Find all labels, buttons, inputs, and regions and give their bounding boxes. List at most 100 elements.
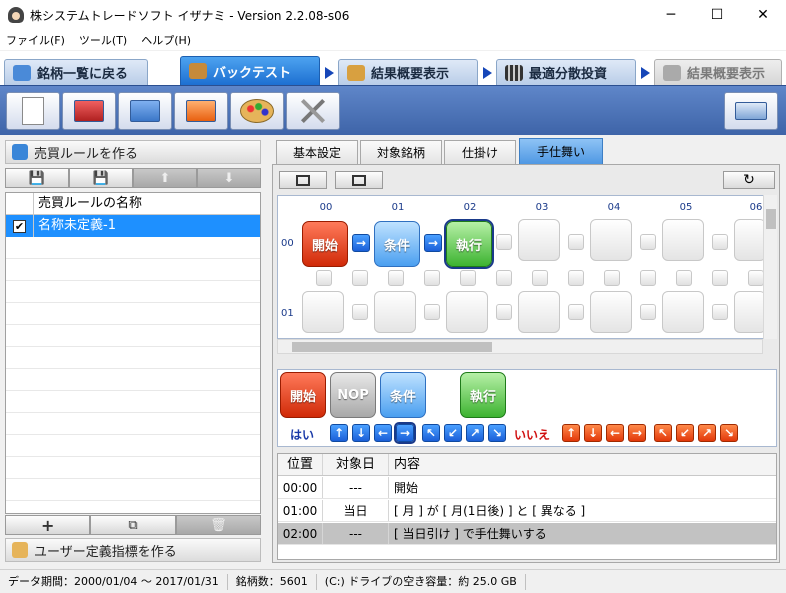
table-row[interactable]: 01:00 当日 [ 月 ] が [ 月(1日後) ] と [ 異なる ] bbox=[278, 500, 776, 522]
no-arrow-down-right-icon[interactable]: ↘ bbox=[720, 424, 738, 442]
grid-connector[interactable] bbox=[388, 270, 404, 286]
tab-optimal-portfolio[interactable]: 最適分散投資 bbox=[496, 59, 636, 85]
monitor-button-2[interactable] bbox=[335, 171, 383, 189]
grid-cell[interactable] bbox=[590, 291, 632, 333]
grid-connector[interactable] bbox=[568, 270, 584, 286]
yes-arrow-left-icon[interactable]: ← bbox=[374, 424, 392, 442]
palette-condition-block[interactable]: 条件 bbox=[380, 372, 426, 418]
grid-vertical-scrollbar[interactable] bbox=[763, 195, 777, 339]
rule-row[interactable]: ✔ 名称未定義-1 bbox=[6, 215, 260, 237]
yes-arrow-right-icon[interactable]: → bbox=[394, 422, 416, 444]
grid-connector[interactable] bbox=[640, 270, 656, 286]
move-down-button[interactable]: ⬇ bbox=[197, 168, 261, 188]
grid-connector[interactable] bbox=[532, 270, 548, 286]
save-rule-button[interactable]: 💾 bbox=[5, 168, 69, 188]
grid-connector[interactable] bbox=[352, 270, 368, 286]
no-arrow-down-left-icon[interactable]: ↙ bbox=[676, 424, 694, 442]
grid-cell[interactable] bbox=[662, 291, 704, 333]
grid-connector[interactable] bbox=[712, 234, 728, 250]
grid-connector[interactable] bbox=[712, 270, 728, 286]
rule-checkbox[interactable]: ✔ bbox=[13, 219, 26, 233]
flow-block-execute[interactable]: 執行 bbox=[444, 219, 494, 269]
grid-cell[interactable] bbox=[518, 219, 560, 261]
machine-button[interactable] bbox=[62, 92, 116, 130]
new-button[interactable] bbox=[6, 92, 60, 130]
grid-connector[interactable] bbox=[748, 270, 764, 286]
grid-cell[interactable] bbox=[590, 219, 632, 261]
no-arrow-up-right-icon[interactable]: ↗ bbox=[698, 424, 716, 442]
grid-cell[interactable] bbox=[518, 291, 560, 333]
tools-button[interactable] bbox=[286, 92, 340, 130]
arrow-right-icon[interactable]: → bbox=[424, 234, 442, 252]
delete-rule-button[interactable]: 🗑 bbox=[175, 515, 261, 535]
grid-cell[interactable] bbox=[662, 219, 704, 261]
grid-connector[interactable] bbox=[640, 234, 656, 250]
palette-nop-block[interactable]: NOP bbox=[330, 372, 376, 418]
grid-cell[interactable] bbox=[302, 291, 344, 333]
yes-arrow-down-icon[interactable]: ↓ bbox=[352, 424, 370, 442]
grid-cell[interactable] bbox=[446, 291, 488, 333]
flow-grid[interactable]: 00 01 02 03 04 05 06 00 01 開始 → 条件 → 執行 bbox=[277, 195, 777, 339]
yes-arrow-up-left-icon[interactable]: ↖ bbox=[422, 424, 440, 442]
tab-back-to-list[interactable]: 銘柄一覧に戻る bbox=[4, 59, 148, 85]
grid-connector[interactable] bbox=[460, 270, 476, 286]
palette-start-block[interactable]: 開始 bbox=[280, 372, 326, 418]
grid-connector[interactable] bbox=[676, 270, 692, 286]
maximize-button[interactable]: ☐ bbox=[694, 0, 740, 30]
tab-result-summary[interactable]: 結果概要表示 bbox=[338, 59, 478, 85]
no-arrow-up-icon[interactable]: ↑ bbox=[562, 424, 580, 442]
grid-connector[interactable] bbox=[316, 270, 332, 286]
import-button[interactable] bbox=[174, 92, 228, 130]
copy-rule-button[interactable]: ⧉ bbox=[90, 515, 176, 535]
menu-help[interactable]: ヘルプ(H) bbox=[141, 32, 191, 48]
yes-arrow-down-left-icon[interactable]: ↙ bbox=[444, 424, 462, 442]
grid-connector[interactable] bbox=[640, 304, 656, 320]
move-up-button[interactable]: ⬆ bbox=[133, 168, 197, 188]
palette-execute-block[interactable]: 執行 bbox=[460, 372, 506, 418]
palette-button[interactable] bbox=[230, 92, 284, 130]
no-arrow-left-icon[interactable]: ← bbox=[606, 424, 624, 442]
grid-connector[interactable] bbox=[568, 304, 584, 320]
flow-block-condition[interactable]: 条件 bbox=[374, 221, 420, 267]
minimize-button[interactable]: ─ bbox=[648, 0, 694, 30]
export-button[interactable] bbox=[118, 92, 172, 130]
table-row[interactable]: 02:00 --- [ 当日引け ] で手仕舞いする bbox=[278, 523, 776, 545]
grid-cell[interactable] bbox=[734, 219, 766, 261]
tab-entry[interactable]: 仕掛け bbox=[444, 140, 516, 164]
grid-connector[interactable] bbox=[424, 304, 440, 320]
tab-target-stocks[interactable]: 対象銘柄 bbox=[360, 140, 442, 164]
menu-file[interactable]: ファイル(F) bbox=[6, 32, 65, 48]
grid-connector[interactable] bbox=[568, 234, 584, 250]
no-arrow-down-icon[interactable]: ↓ bbox=[584, 424, 602, 442]
scroll-thumb[interactable] bbox=[766, 209, 776, 229]
tab-backtest[interactable]: バックテスト bbox=[180, 56, 320, 85]
scroll-thumb[interactable] bbox=[292, 342, 492, 352]
yes-arrow-down-right-icon[interactable]: ↘ bbox=[488, 424, 506, 442]
grid-connector[interactable] bbox=[604, 270, 620, 286]
yes-arrow-up-icon[interactable]: ↑ bbox=[330, 424, 348, 442]
grid-connector[interactable] bbox=[352, 304, 368, 320]
tab-result-summary-2[interactable]: 結果概要表示 bbox=[654, 59, 782, 85]
grid-connector[interactable] bbox=[424, 270, 440, 286]
monitor-button[interactable] bbox=[279, 171, 327, 189]
refresh-button[interactable]: ↻ bbox=[723, 171, 775, 189]
tab-basic-settings[interactable]: 基本設定 bbox=[276, 140, 358, 164]
save-as-rule-button[interactable]: 💾 bbox=[69, 168, 133, 188]
table-row[interactable]: 00:00 --- 開始 bbox=[278, 477, 776, 499]
flow-block-start[interactable]: 開始 bbox=[302, 221, 348, 267]
no-arrow-right-icon[interactable]: → bbox=[628, 424, 646, 442]
save-tray-button[interactable] bbox=[724, 92, 778, 130]
grid-connector[interactable] bbox=[496, 234, 512, 250]
tab-exit[interactable]: 手仕舞い bbox=[519, 138, 603, 164]
indicator-section-header[interactable]: ユーザー定義指標を作る bbox=[5, 538, 261, 562]
grid-cell[interactable] bbox=[734, 291, 766, 333]
no-arrow-up-left-icon[interactable]: ↖ bbox=[654, 424, 672, 442]
menu-tools[interactable]: ツール(T) bbox=[79, 32, 127, 48]
grid-cell[interactable] bbox=[374, 291, 416, 333]
arrow-right-icon[interactable]: → bbox=[352, 234, 370, 252]
grid-connector[interactable] bbox=[712, 304, 728, 320]
grid-horizontal-scrollbar[interactable] bbox=[277, 339, 763, 354]
grid-connector[interactable] bbox=[496, 270, 512, 286]
rule-section-header[interactable]: 売買ルールを作る bbox=[5, 140, 261, 164]
yes-arrow-up-right-icon[interactable]: ↗ bbox=[466, 424, 484, 442]
